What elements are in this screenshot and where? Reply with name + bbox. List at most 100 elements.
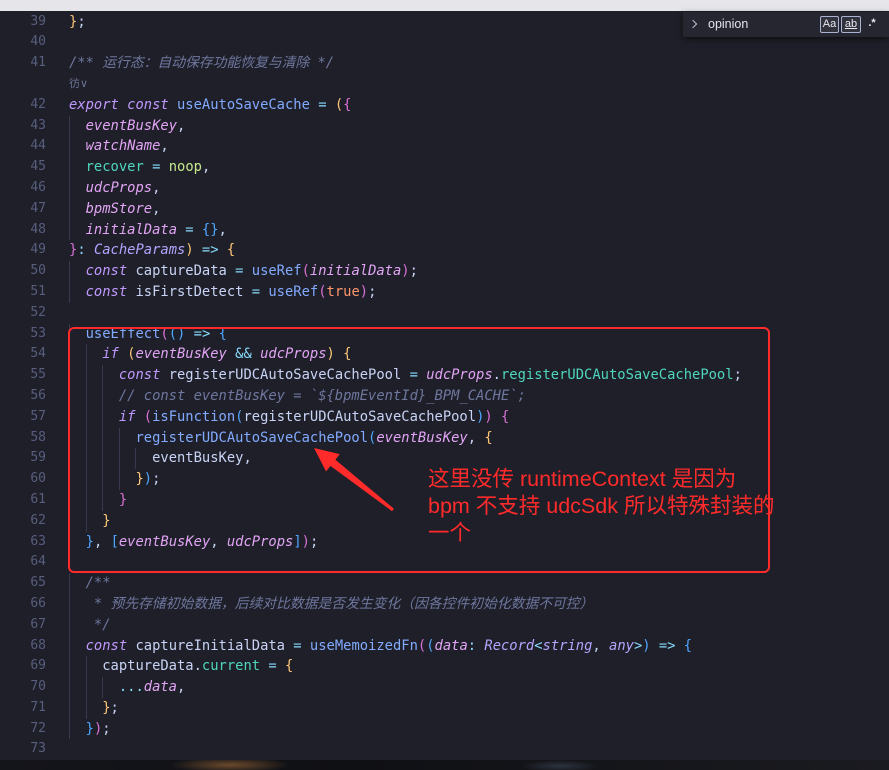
bracket-token: )	[301, 533, 310, 550]
code-text[interactable]: }: CacheParams) => {	[69, 240, 235, 261]
chevron-right-icon[interactable]	[688, 19, 698, 29]
code-line[interactable]: 50 const captureData = useRef(initialDat…	[0, 261, 889, 282]
code-text[interactable]: bpmStore,	[69, 198, 160, 220]
code-line[interactable]: 72 });	[0, 718, 889, 740]
code-line[interactable]: 71 };	[0, 697, 889, 719]
regex-toggle[interactable]: .*	[864, 16, 880, 31]
find-query-text: opinion	[708, 17, 749, 31]
code-text[interactable]: const captureData = useRef(initialData);	[69, 261, 418, 282]
code-line[interactable]: 52	[0, 303, 889, 324]
variable-token: registerUDCAutoSaveCachePool	[168, 367, 402, 384]
code-line[interactable]: 55 const registerUDCAutoSaveCachePool = …	[0, 365, 889, 386]
operator-token: :	[467, 637, 485, 654]
code-line[interactable]: 67 */	[0, 614, 889, 636]
punctuation-token: ;	[733, 367, 742, 384]
code-text[interactable]: const isFirstDetect = useRef(true);	[69, 281, 376, 303]
indent-guide	[69, 614, 70, 636]
code-line[interactable]: 66 * 预先存储初始数据，后续对比数据是否发生变化（因各控件初始化数据不可控）	[0, 593, 889, 615]
code-text[interactable]: captureData.current = {	[69, 656, 293, 678]
code-text[interactable]: });	[69, 718, 111, 740]
code-line[interactable]: 45 recover = noop,	[0, 157, 889, 178]
code-line[interactable]: 54 if (eventBusKey && udcProps) {	[0, 344, 889, 366]
whole-word-toggle[interactable]: ab	[841, 16, 861, 33]
code-line[interactable]: 41 /** 运行态：自动保存功能恢复与清除 */	[0, 53, 889, 74]
code-text[interactable]: /**	[69, 573, 111, 594]
code-line[interactable]: 51 const isFirstDetect = useRef(true);	[0, 281, 889, 303]
indent-guide	[102, 385, 104, 407]
codelens-author[interactable]: 彷∨	[69, 74, 88, 95]
match-case-toggle[interactable]: Aa	[820, 16, 839, 33]
code-text[interactable]: };	[69, 12, 86, 33]
code-line[interactable]: 58 registerUDCAutoSaveCachePool(eventBus…	[0, 427, 889, 449]
code-text[interactable]: export const useAutoSaveCache = ({	[69, 95, 351, 116]
annotation-note: 这里没传 runtimeContext 是因为 bpm 不支持 udcSdk 所…	[428, 466, 774, 547]
code-line[interactable]: 49 }: CacheParams) => {	[0, 240, 889, 261]
indent-guide	[102, 427, 104, 449]
code-text[interactable]: };	[69, 697, 119, 719]
line-number: 48	[30, 221, 46, 237]
indent-guide	[69, 115, 70, 137]
indent-guide	[102, 469, 104, 490]
code-line[interactable]: 48 initialData = {},	[0, 219, 889, 241]
code-line[interactable]: 43 eventBusKey,	[0, 115, 889, 137]
code-text[interactable]: watchName,	[69, 136, 169, 158]
bracket-token: }	[85, 720, 94, 737]
code-line[interactable]: 64	[0, 552, 889, 573]
code-text[interactable]: * 预先存储初始数据，后续对比数据是否发生变化（因各控件初始化数据不可控）	[69, 593, 593, 615]
line-number: 49	[30, 242, 46, 258]
code-text[interactable]: }	[69, 510, 111, 532]
bracket-token: }	[102, 512, 111, 529]
find-input[interactable]: opinion	[703, 15, 815, 34]
punctuation-token: ,	[177, 117, 186, 134]
code-line[interactable]: 68 const captureInitialData = useMemoize…	[0, 635, 889, 657]
code-text[interactable]: });	[69, 469, 160, 490]
code-line[interactable]: 56 // const eventBusKey = `${bpmEventId}…	[0, 385, 889, 407]
code-text[interactable]: udcProps,	[69, 177, 160, 199]
bracket-token: )	[143, 471, 153, 488]
code-text[interactable]: /** 运行态：自动保存功能恢复与清除 */	[69, 53, 334, 74]
parameter-token: udcProps	[226, 533, 294, 550]
code-text[interactable]: useEffect(() => {	[69, 323, 227, 345]
code-text[interactable]: if (eventBusKey && udcProps) {	[69, 344, 351, 366]
code-line[interactable]: 53 useEffect(() => {	[0, 323, 889, 345]
code-text[interactable]: initialData = {},	[69, 219, 227, 241]
identifier-token: noop	[168, 159, 202, 176]
code-editor[interactable]: 39}; 40 41 /** 运行态：自动保存功能恢复与清除 */ 彷∨ 42 export…	[0, 12, 889, 761]
code-text[interactable]: ...data,	[69, 677, 185, 698]
code-text[interactable]: // const eventBusKey = `${bpmEventId}_BP…	[69, 385, 526, 407]
code-text[interactable]: eventBusKey,	[69, 115, 186, 137]
code-text[interactable]: }	[69, 489, 127, 511]
bracket-token: )	[359, 283, 369, 300]
keyword-token: const	[118, 367, 169, 384]
code-line[interactable]: 47 bpmStore,	[0, 198, 889, 220]
function-name-token: useRef	[268, 283, 319, 300]
bracket-token: ()	[168, 325, 186, 342]
code-line[interactable]: 69 captureData.current = {	[0, 656, 889, 678]
code-text[interactable]: const captureInitialData = useMemoizedFn…	[69, 635, 692, 657]
code-line[interactable]: 44 watchName,	[0, 136, 889, 158]
line-number: 72	[30, 720, 46, 736]
code-line[interactable]: 57 if (isFunction(registerUDCAutoSaveCac…	[0, 406, 889, 428]
operator-token: &&	[226, 346, 261, 363]
line-number: 70	[30, 679, 46, 695]
code-line[interactable]: 46 udcProps,	[0, 177, 889, 199]
code-text[interactable]: const registerUDCAutoSaveCachePool = udc…	[69, 365, 742, 386]
code-line[interactable]: 73	[0, 739, 889, 760]
code-text[interactable]: recover = noop,	[69, 157, 210, 178]
code-text[interactable]: eventBusKey,	[69, 448, 252, 470]
indent-guide	[69, 219, 70, 241]
code-line[interactable]: 42 export const useAutoSaveCache = ({	[0, 95, 889, 116]
bracket-token: ]	[293, 533, 302, 550]
code-text[interactable]: registerUDCAutoSaveCachePool(eventBusKey…	[69, 427, 493, 449]
code-line[interactable]: 70 ...data,	[0, 677, 889, 698]
bracket-token: {	[484, 429, 493, 446]
code-text[interactable]: if (isFunction(registerUDCAutoSaveCacheP…	[69, 406, 509, 428]
parameter-token: eventBusKey	[118, 533, 211, 550]
code-line[interactable]: 65 /**	[0, 573, 889, 594]
comment-token: /** 运行态：自动保存功能恢复与清除 */	[69, 55, 335, 72]
code-text[interactable]: */	[69, 614, 111, 636]
code-text[interactable]: }, [eventBusKey, udcProps]);	[69, 531, 318, 553]
